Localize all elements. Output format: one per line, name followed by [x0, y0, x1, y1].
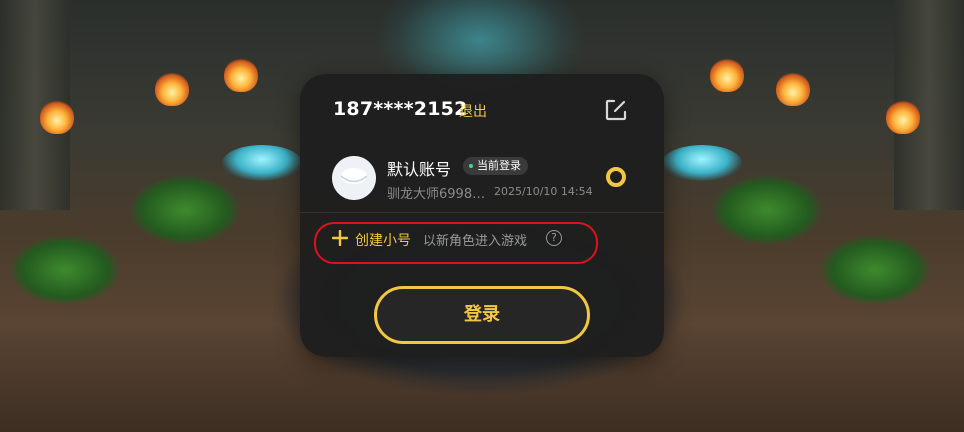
torch-right-1: [710, 58, 744, 92]
torch-right-2: [776, 72, 810, 106]
logout-link[interactable]: 退出: [459, 101, 487, 121]
account-selected-radio[interactable]: [606, 167, 626, 187]
brazier-left: [222, 145, 302, 181]
account-name: 默认账号: [387, 160, 452, 179]
torch-right-3: [886, 100, 920, 134]
last-login-time: 2025/10/10 14:54: [494, 185, 593, 198]
character-name: 驯龙大师6998…: [387, 187, 486, 202]
create-sub-account-description: 以新角色进入游戏: [423, 234, 528, 249]
account-login-dialog: 187****2152 退出 默认账号 当前登录 驯龙大师6998… 2025/…: [300, 74, 664, 357]
torch-left-3: [224, 58, 258, 92]
plant-right-1: [712, 175, 822, 245]
help-icon[interactable]: ?: [546, 230, 562, 246]
plus-icon: [331, 229, 349, 247]
account-item-default[interactable]: 默认账号 当前登录 驯龙大师6998… 2025/10/10 14:54: [300, 152, 664, 208]
plant-right-2: [820, 235, 930, 305]
current-login-badge: 当前登录: [463, 157, 528, 175]
brazier-right: [662, 145, 742, 181]
phone-number: 187****2152: [333, 98, 468, 120]
plant-left-1: [130, 175, 240, 245]
torch-left-2: [155, 72, 189, 106]
login-button[interactable]: 登录: [374, 286, 590, 344]
avatar: [332, 156, 376, 200]
divider: [300, 212, 664, 213]
create-sub-account-label: 创建小号: [355, 233, 411, 249]
plant-left-2: [10, 235, 120, 305]
torch-left-1: [40, 100, 74, 134]
edit-icon[interactable]: [604, 98, 628, 122]
